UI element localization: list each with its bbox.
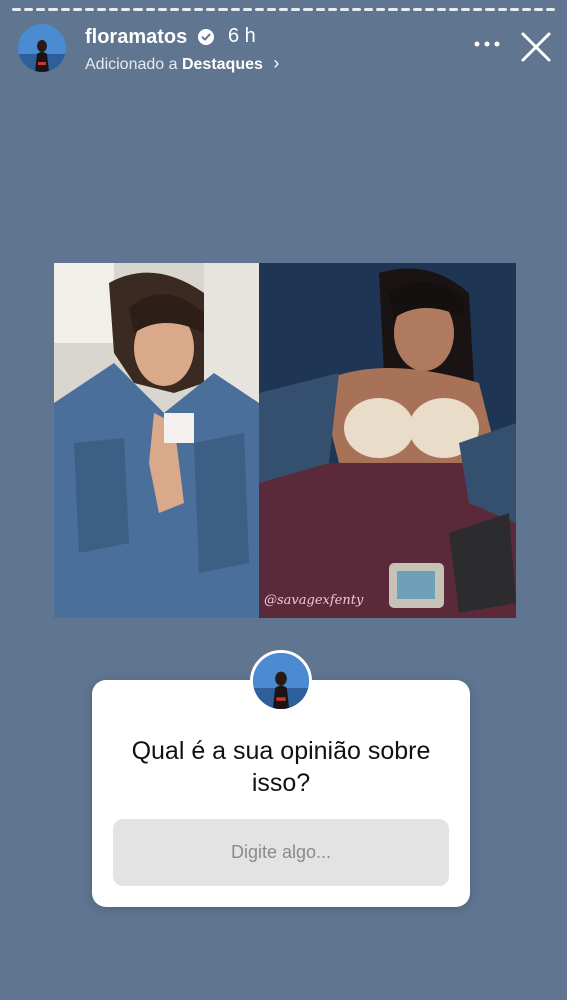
verified-icon [198,29,214,45]
progress-segment [521,8,532,11]
subtitle-prefix: Adicionado a [85,56,178,73]
progress-segment [424,8,434,11]
photo-left [54,263,259,618]
progress-segment [72,8,82,11]
progress-segment [546,8,556,11]
progress-segment [60,8,70,11]
progress-segment [412,8,422,11]
progress-segment [24,8,34,11]
progress-segment [230,8,240,11]
chevron-right-icon: › [273,53,280,73]
progress-segment [388,8,398,11]
photo-right [259,263,516,618]
progress-segment [485,8,495,11]
progress-segment [109,8,119,11]
progress-segment [218,8,228,11]
progress-segment [157,8,167,11]
progress-segment [121,8,131,11]
progress-segment [339,8,349,11]
highlight-link[interactable]: Adicionado a Destaques › [85,53,279,74]
answer-input[interactable]: Digite algo... [113,819,449,886]
progress-segment [376,8,386,11]
story-photo: @savagexfenty [54,263,516,618]
progress-segment [254,8,264,11]
progress-segment [48,8,58,11]
progress-segment [96,8,107,11]
progress-segment [12,8,22,11]
progress-segment [461,8,471,11]
profile-avatar[interactable] [18,24,66,72]
story-progress-bar [12,8,556,11]
story-header: floramatos 6 h Adicionado a Destaques › [18,24,553,74]
progress-segment [169,8,179,11]
post-time: 6 h [228,25,256,47]
progress-segment [206,8,216,11]
progress-segment [145,8,155,11]
progress-segment [266,8,277,11]
progress-segment [181,8,192,11]
progress-segment [133,8,143,11]
progress-segment [473,8,483,11]
progress-segment [36,8,46,11]
progress-segment [534,8,544,11]
question-text: Qual é a sua opinião sobre isso? [131,737,431,797]
subtitle-highlight: Destaques [181,56,263,73]
question-sticker: Qual é a sua opinião sobre isso? Digite … [92,680,470,907]
progress-segment [327,8,337,11]
progress-segment [436,8,447,11]
photo-watermark: @savagexfenty [264,593,364,608]
progress-segment [303,8,313,11]
more-icon[interactable] [473,34,501,54]
progress-segment [315,8,325,11]
progress-segment [449,8,459,11]
progress-segment [509,8,519,11]
progress-segment [497,8,507,11]
progress-segment [194,8,204,11]
progress-segment [400,8,410,11]
question-sticker-avatar [250,650,312,712]
progress-segment [242,8,252,11]
progress-segment [291,8,301,11]
progress-segment [84,8,94,11]
close-icon[interactable] [519,30,553,64]
progress-segment [364,8,374,11]
progress-segment [351,8,362,11]
progress-segment [279,8,289,11]
username[interactable]: floramatos [85,26,187,49]
